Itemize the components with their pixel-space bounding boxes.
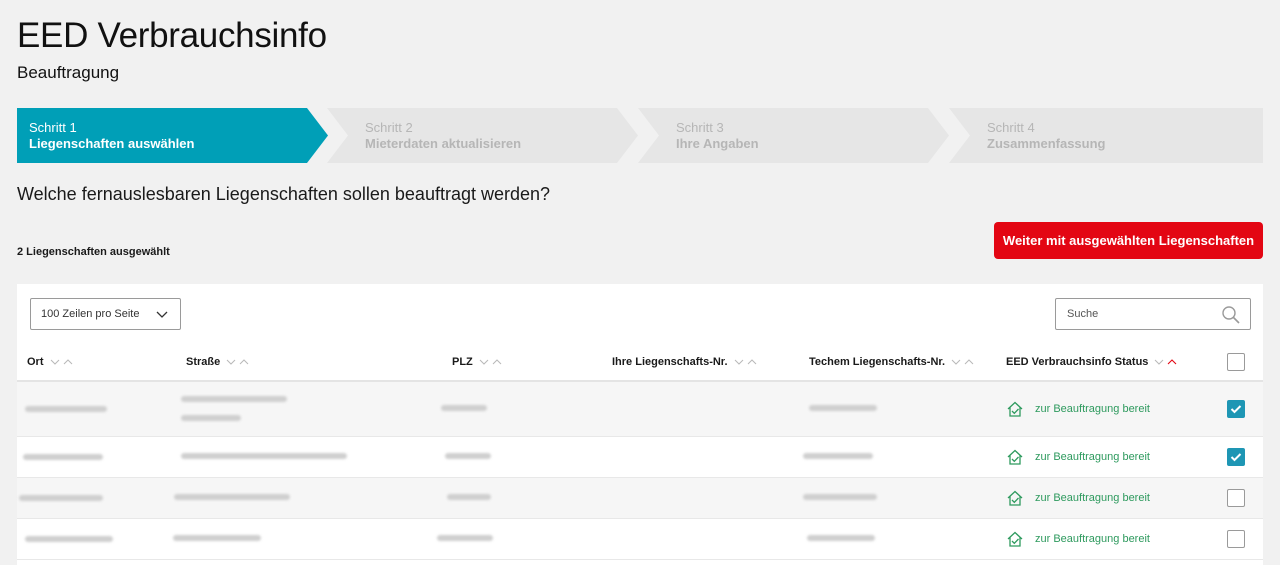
question-heading: Welche fernauslesbaren Liegenschaften so…	[17, 184, 551, 204]
search-box[interactable]	[1055, 298, 1251, 330]
table-row: zur Beauftragung bereit	[17, 382, 1263, 437]
redacted-strasse-line2	[181, 415, 241, 421]
table-row: zur Beauftragung bereit	[17, 519, 1263, 560]
step-3[interactable]: Schritt 3 Ihre Angaben	[638, 108, 950, 163]
chevron-down-icon	[156, 311, 168, 318]
step-3-number: Schritt 3	[676, 120, 724, 135]
redacted-plz	[445, 453, 491, 459]
sort-chevrons-icon[interactable]	[479, 358, 503, 366]
status-text: zur Beauftragung bereit	[1035, 533, 1150, 545]
column-header-strasse[interactable]: Straße	[186, 356, 250, 368]
redacted-ort	[23, 454, 103, 460]
step-4-number: Schritt 4	[987, 120, 1035, 135]
row-checkbox[interactable]	[1227, 489, 1245, 507]
row-checkbox[interactable]	[1227, 400, 1245, 418]
search-icon[interactable]	[1221, 305, 1241, 325]
sort-chevrons-icon[interactable]	[1154, 358, 1178, 366]
table-row: zur Beauftragung bereit	[17, 437, 1263, 478]
sort-chevrons-icon[interactable]	[50, 358, 74, 366]
status-cell: zur Beauftragung bereit	[1006, 530, 1150, 548]
redacted-techem-nr	[809, 405, 877, 411]
step-1-label: Liegenschaften auswählen	[29, 136, 195, 151]
house-check-icon	[1007, 531, 1023, 547]
redacted-techem-nr	[803, 494, 877, 500]
row-checkbox[interactable]	[1227, 530, 1245, 548]
column-header-plz[interactable]: PLZ	[452, 356, 503, 368]
select-all-checkbox[interactable]	[1227, 353, 1245, 371]
page-subtitle: Beauftragung	[17, 63, 120, 82]
step-2-label: Mieterdaten aktualisieren	[365, 136, 522, 151]
properties-table: 100 Zeilen pro Seite Ort Straße PLZ Ihre…	[17, 284, 1263, 565]
status-text: zur Beauftragung bereit	[1035, 492, 1150, 504]
column-header-ort[interactable]: Ort	[27, 356, 74, 368]
redacted-techem-nr	[807, 535, 875, 541]
column-header-label: Techem Liegenschafts-Nr.	[809, 356, 946, 368]
redacted-ort	[25, 536, 113, 542]
stepper: Schritt 1 Liegenschaften auswählen Schri…	[17, 108, 1263, 163]
status-text: zur Beauftragung bereit	[1035, 451, 1150, 463]
redacted-plz	[447, 494, 491, 500]
rows-per-page-value: 100 Zeilen pro Seite	[41, 308, 140, 320]
checkmark-icon	[1230, 405, 1242, 414]
step-4[interactable]: Schritt 4 Zusammenfassung	[949, 108, 1263, 163]
selected-count: 2 Liegenschaften ausgewählt	[17, 246, 170, 258]
sort-chevrons-icon[interactable]	[226, 358, 250, 366]
house-check-icon	[1007, 490, 1023, 506]
redacted-techem-nr	[803, 453, 873, 459]
column-header-label: Ihre Liegenschafts-Nr.	[612, 356, 728, 368]
step-1[interactable]: Schritt 1 Liegenschaften auswählen	[17, 108, 329, 163]
table-row: zur Beauftragung bereit	[17, 478, 1263, 519]
step-2-number: Schritt 2	[365, 120, 413, 135]
column-header-label: Ort	[27, 356, 44, 368]
step-2[interactable]: Schritt 2 Mieterdaten aktualisieren	[327, 108, 639, 163]
redacted-ort	[19, 495, 103, 501]
sort-chevrons-icon[interactable]	[734, 358, 758, 366]
search-input[interactable]	[1056, 299, 1216, 329]
redacted-plz	[441, 405, 487, 411]
sort-chevrons-icon[interactable]	[951, 358, 975, 366]
status-cell: zur Beauftragung bereit	[1006, 448, 1150, 466]
rows-per-page-select[interactable]: 100 Zeilen pro Seite	[30, 298, 181, 330]
redacted-strasse	[174, 494, 290, 500]
checkmark-icon	[1230, 453, 1242, 462]
column-header-label: EED Verbrauchsinfo Status	[1006, 356, 1149, 368]
continue-button[interactable]: Weiter mit ausgewählten Liegenschaften	[994, 222, 1263, 259]
house-check-icon	[1007, 401, 1023, 417]
redacted-strasse	[181, 453, 347, 459]
column-header-label: PLZ	[452, 356, 473, 368]
status-text: zur Beauftragung bereit	[1035, 403, 1150, 415]
column-header-status[interactable]: EED Verbrauchsinfo Status	[1006, 356, 1178, 368]
redacted-strasse	[181, 396, 287, 402]
status-cell: zur Beauftragung bereit	[1006, 400, 1150, 418]
step-4-label: Zusammenfassung	[987, 136, 1106, 151]
page-title: EED Verbrauchsinfo	[17, 16, 327, 55]
redacted-plz	[437, 535, 493, 541]
step-3-label: Ihre Angaben	[676, 136, 759, 151]
column-header-ihre-liegenschafts-nr[interactable]: Ihre Liegenschafts-Nr.	[612, 356, 758, 368]
redacted-ort	[25, 406, 107, 412]
house-check-icon	[1007, 449, 1023, 465]
redacted-strasse	[173, 535, 261, 541]
row-checkbox[interactable]	[1227, 448, 1245, 466]
column-header-label: Straße	[186, 356, 221, 368]
step-1-number: Schritt 1	[29, 120, 77, 135]
status-cell: zur Beauftragung bereit	[1006, 489, 1150, 507]
column-header-techem-liegenschafts-nr[interactable]: Techem Liegenschafts-Nr.	[809, 356, 975, 368]
